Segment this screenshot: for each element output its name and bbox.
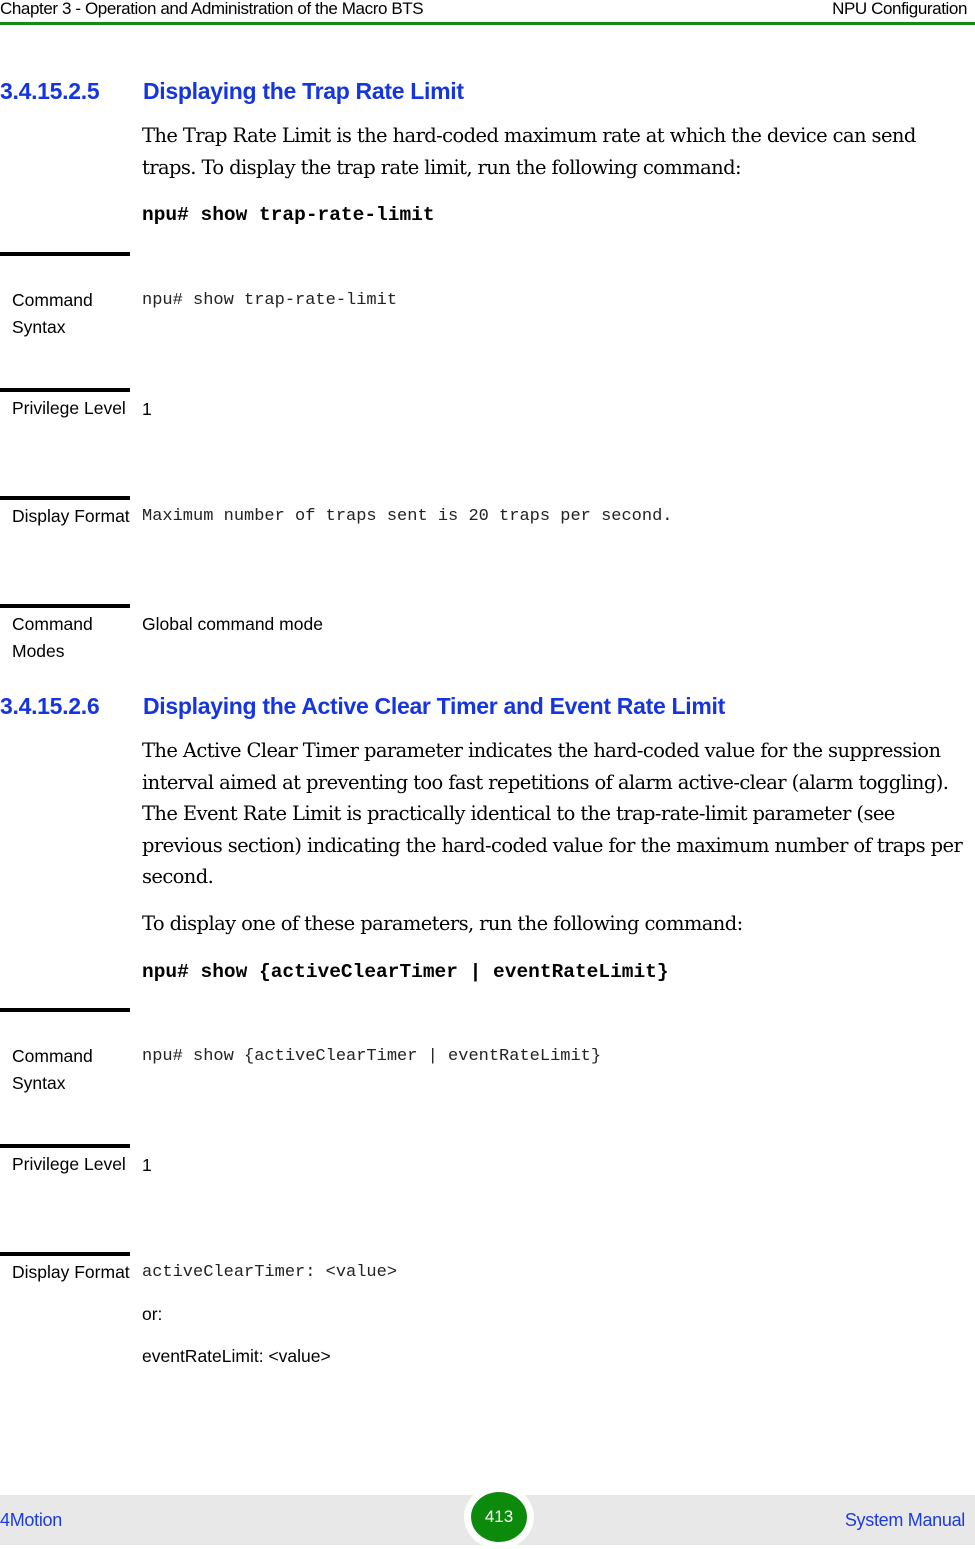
page-footer: 4Motion 413 System Manual	[0, 1485, 975, 1549]
command-example: npu# show {activeClearTimer | eventRateL…	[142, 961, 669, 983]
row-label-display-format: Display Format	[12, 506, 130, 526]
row-divider	[0, 1144, 130, 1148]
row-value-privilege-level: 1	[142, 399, 152, 419]
paragraph: The Trap Rate Limit is the hard-coded ma…	[142, 124, 916, 179]
page-header: Chapter 3 - Operation and Administration…	[0, 0, 975, 25]
row-value-command-syntax: npu# show trap-rate-limit	[142, 291, 398, 310]
row-label-privilege-level: Privilege Level	[12, 398, 126, 418]
row-value-privilege-level: 1	[142, 1155, 152, 1175]
row-value-display-format-or: or:	[142, 1304, 163, 1324]
row-value-command-modes: Global command mode	[142, 614, 323, 634]
section-number: 3.4.15.2.5	[0, 78, 100, 104]
section-number: 3.4.15.2.6	[0, 693, 100, 719]
section-title-text: Displaying the Trap Rate Limit	[143, 78, 464, 104]
row-value-display-format: activeClearTimer: <value>	[142, 1263, 398, 1282]
chapter-title: Chapter 3 - Operation and Administration…	[0, 0, 424, 18]
row-label-display-format: Display Format	[12, 1262, 130, 1282]
row-divider	[0, 252, 130, 256]
row-label-command-modes: Command Modes	[12, 614, 93, 661]
row-divider	[0, 1252, 130, 1256]
page-number: 413	[471, 1492, 527, 1542]
manual-name: System Manual	[844, 1510, 965, 1530]
product-name: 4Motion	[0, 1510, 62, 1530]
row-label-command-syntax: Command Syntax	[12, 290, 93, 337]
section-heading: 3.4.15.2.5 Displaying the Trap Rate Limit	[0, 78, 464, 105]
row-divider	[0, 388, 130, 392]
row-value-command-syntax: npu# show {activeClearTimer | eventRateL…	[142, 1047, 602, 1066]
paragraph: The Active Clear Timer parameter indicat…	[142, 739, 963, 888]
command-example: npu# show trap-rate-limit	[142, 204, 435, 226]
section-name: NPU Configuration	[832, 0, 967, 18]
row-divider	[0, 496, 130, 500]
paragraph: To display one of these parameters, run …	[142, 912, 743, 935]
section-heading: 3.4.15.2.6 Displaying the Active Clear Ti…	[0, 693, 725, 720]
row-label-command-syntax: Command Syntax	[12, 1046, 93, 1093]
row-value-display-format-alt: eventRateLimit: <value>	[142, 1346, 331, 1366]
row-label-privilege-level: Privilege Level	[12, 1154, 126, 1174]
section-title-text: Displaying the Active Clear Timer and Ev…	[143, 693, 725, 719]
row-value-display-format: Maximum number of traps sent is 20 traps…	[142, 507, 673, 526]
row-divider	[0, 1008, 130, 1012]
row-divider	[0, 604, 130, 608]
